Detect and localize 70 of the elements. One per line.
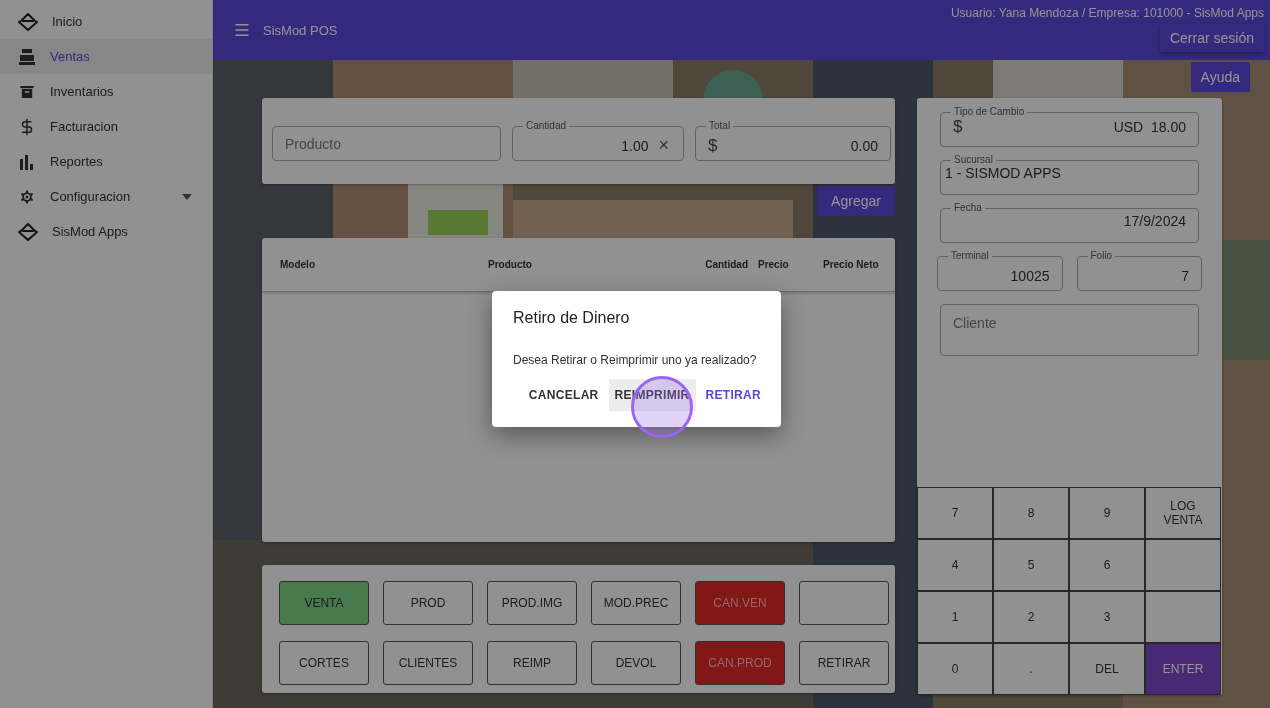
keypad-key[interactable]: 4 [917, 539, 993, 591]
keypad-key[interactable]: 7 [917, 487, 993, 539]
client-field[interactable]: Cliente [940, 304, 1199, 356]
column-header: Precio [758, 259, 790, 270]
action-button[interactable]: DEVOL [591, 641, 681, 685]
logo-icon [18, 222, 38, 241]
keypad-key[interactable]: 3 [1069, 591, 1145, 643]
action-button[interactable]: CORTES [279, 641, 369, 685]
logo-icon [18, 12, 38, 31]
sidebar-label: SisMod Apps [52, 224, 129, 239]
keypad-key[interactable]: 9 [1069, 487, 1145, 539]
keypad-key[interactable]: DEL [1069, 643, 1145, 695]
date-field[interactable]: Fecha 17/9/2024 [940, 203, 1199, 243]
action-button[interactable]: REIMP [487, 641, 577, 685]
sidebar-label: Inventarios [50, 84, 115, 99]
keypad-key[interactable]: 0 [917, 643, 993, 695]
help-button[interactable]: Ayuda [1190, 62, 1250, 92]
settings-icon [18, 187, 36, 206]
dialog-button[interactable]: CANCELAR [522, 379, 605, 411]
product-field[interactable]: Producto [272, 126, 501, 161]
sidebar-item[interactable]: Ventas [0, 39, 212, 74]
quantity-field[interactable]: Cantidad 1.00 × [512, 121, 684, 161]
add-button[interactable]: Agregar [817, 186, 895, 216]
action-button[interactable]: VENTA [279, 581, 369, 625]
keypad-key[interactable] [1145, 591, 1221, 643]
sidebar-label: Reportes [50, 154, 104, 169]
keypad-key[interactable] [1145, 539, 1221, 591]
sidebar-item[interactable]: Inventarios [0, 74, 212, 109]
keypad-key[interactable]: . [993, 643, 1069, 695]
sidebar-label: Ventas [50, 49, 91, 64]
sidebar-label: Inicio [52, 14, 84, 29]
clear-icon[interactable]: × [656, 135, 671, 156]
exchange-rate-field[interactable]: Tipo de Cambio $ USD 18.00 [940, 107, 1199, 147]
total-field[interactable]: Total $ 0.00 [695, 121, 891, 161]
sidebar-item[interactable]: SisMod Apps [0, 214, 212, 249]
logout-button[interactable]: Cerrar sesión [1159, 24, 1264, 52]
sidebar-item[interactable]: Configuracion [0, 179, 212, 214]
column-header: Cantidad [704, 259, 749, 270]
action-button[interactable]: PROD [383, 581, 473, 625]
dialog-button[interactable]: RETIRAR [699, 379, 767, 411]
sidebar-item[interactable]: Facturacion [0, 109, 212, 144]
column-header: Producto [488, 259, 533, 270]
app-title: SisMod POS [263, 22, 338, 38]
keypad-key[interactable]: ENTER [1145, 643, 1221, 695]
action-button[interactable]: PROD.IMG [487, 581, 577, 625]
action-button[interactable]: RETIRAR [799, 641, 889, 685]
keypad-key[interactable]: LOG VENTA [1145, 487, 1221, 539]
sidebar-item[interactable]: Reportes [0, 144, 212, 179]
sidebar-label: Facturacion [50, 119, 119, 134]
folio-field[interactable]: Folio 7 [1076, 251, 1202, 291]
keypad-key[interactable]: 5 [993, 539, 1069, 591]
column-header: Modelo [280, 259, 316, 270]
branch-field[interactable]: Sucursal 1 - SISMOD APPS [940, 155, 1199, 195]
dialog-title: Retiro de Dinero [513, 309, 631, 327]
user-info: Usuario: Yana Mendoza / Empresa: 101000 - SisMod Apps [950, 6, 1264, 20]
bar-chart-icon [18, 152, 36, 171]
cash-register-icon [18, 47, 36, 66]
keypad-key[interactable]: 2 [993, 591, 1069, 643]
dialog-message: Desea Retirar o Reimprimir uno ya realizado? [513, 353, 758, 367]
keypad-key[interactable]: 8 [993, 487, 1069, 539]
column-header: Precio Neto [823, 259, 880, 270]
terminal-field[interactable]: Terminal 10025 [937, 251, 1063, 291]
sidebar-label: Configuracion [50, 189, 132, 204]
keypad-key[interactable]: 6 [1069, 539, 1145, 591]
action-button[interactable]: CLIENTES [383, 641, 473, 685]
menu-icon[interactable] [233, 21, 251, 39]
action-button[interactable] [799, 581, 889, 625]
keypad-key[interactable]: 1 [917, 591, 993, 643]
action-button[interactable]: MOD.PREC [591, 581, 681, 625]
sidebar-item[interactable]: Inicio [0, 4, 212, 39]
